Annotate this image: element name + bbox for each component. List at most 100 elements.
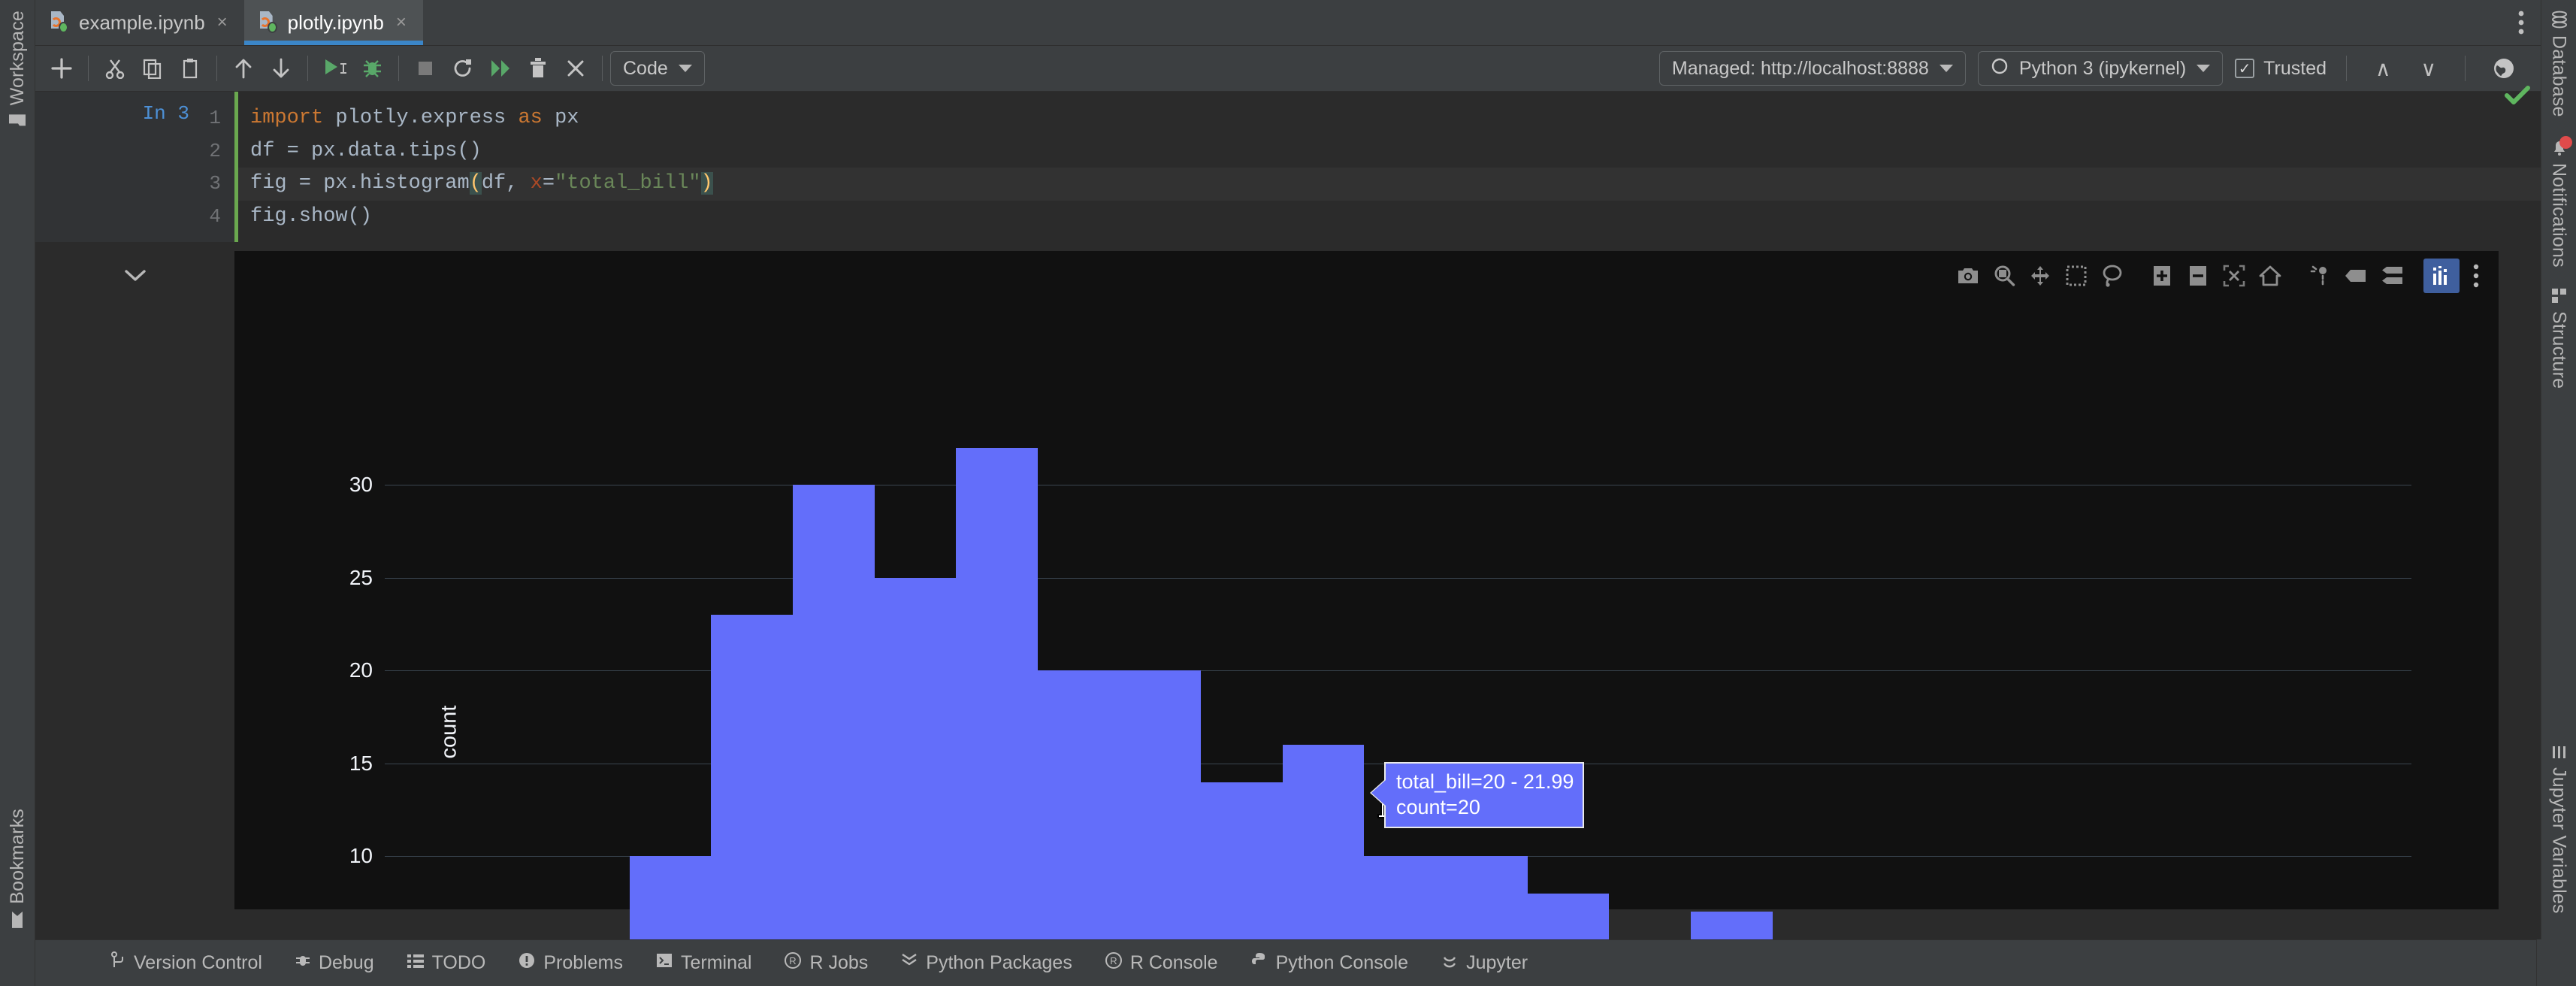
code-editor[interactable]: import plotly.express as px df = px.data… <box>234 92 2541 243</box>
svg-text:R: R <box>790 955 797 966</box>
move-cell-up-button[interactable] <box>225 51 262 86</box>
chevron-down-icon[interactable] <box>123 268 147 909</box>
move-cell-down-button[interactable] <box>262 51 300 86</box>
delete-cell-button[interactable] <box>519 51 557 86</box>
sidebar-item-bookmarks[interactable]: Bookmarks <box>7 786 29 939</box>
y-gridline <box>385 670 2411 672</box>
y-tick-label: 10 <box>349 844 373 868</box>
histogram-bar[interactable] <box>1364 856 1447 939</box>
python-icon <box>1251 952 1268 974</box>
tooltip-line-1: total_bill=20 - 21.99 <box>1396 770 1574 794</box>
sidebar-item-notifications[interactable]: Notifications <box>2548 128 2572 278</box>
jupyter-server-dropdown[interactable]: Managed: http://localhost:8888 <box>1658 51 1966 86</box>
histogram-bar[interactable] <box>629 856 712 939</box>
status-bar: Version Control Debug TODO Problems Term… <box>35 939 2536 986</box>
status-item-terminal[interactable]: Terminal <box>639 952 768 974</box>
trusted-label: Trusted <box>2263 57 2327 79</box>
clear-outputs-button[interactable] <box>557 51 594 86</box>
status-item-r-jobs-label: R Jobs <box>809 952 869 973</box>
toolbar-separator <box>398 56 399 81</box>
r-icon: R <box>785 952 802 974</box>
chevron-down-icon <box>2197 65 2211 72</box>
code-cell[interactable]: In 3 1234 import plotly.express as px df… <box>35 92 2541 243</box>
sidebar-item-structure[interactable]: Structure <box>2548 277 2570 399</box>
sidebar-item-bookmarks-label: Bookmarks <box>6 809 28 904</box>
y-tick-label: 30 <box>349 473 373 497</box>
restart-kernel-button[interactable] <box>444 51 482 86</box>
svg-text:R: R <box>1110 955 1117 966</box>
sidebar-item-structure-label: Structure <box>2548 311 2570 389</box>
list-icon <box>407 952 424 974</box>
structure-icon <box>2548 288 2570 304</box>
histogram-chart: 051015202530 1020304050 count total_bill… <box>234 251 2499 939</box>
kernel-value: Python 3 (ipykernel) <box>2018 57 2187 79</box>
tab-close-icon[interactable]: × <box>396 12 407 33</box>
status-item-python-packages-label: Python Packages <box>926 952 1072 973</box>
previous-cell-button[interactable]: ∧ <box>2366 56 2400 81</box>
sidebar-item-workspace[interactable]: Workspace <box>7 0 29 138</box>
histogram-bar[interactable] <box>711 615 794 939</box>
terminal-icon <box>656 952 673 974</box>
sidebar-item-database[interactable]: Database <box>2548 0 2570 128</box>
plotly-output[interactable]: 051015202530 1020304050 count total_bill… <box>234 251 2499 939</box>
open-in-browser-icon[interactable] <box>2485 51 2523 86</box>
status-item-problems[interactable]: Problems <box>502 952 639 974</box>
histogram-bar[interactable] <box>1037 670 1120 939</box>
toolbar-separator <box>88 56 89 81</box>
histogram-bar[interactable] <box>956 447 1038 939</box>
add-cell-button[interactable] <box>43 51 80 86</box>
inspection-status-badge[interactable] <box>2504 84 2531 110</box>
status-item-todo-label: TODO <box>431 952 486 973</box>
run-cell-button[interactable] <box>316 51 353 86</box>
status-item-debug[interactable]: Debug <box>279 951 391 975</box>
bell-icon <box>2548 135 2572 156</box>
right-tool-strip: Database Notifications Structure Jupyter… <box>2541 0 2576 939</box>
tab-bar-kebab-icon[interactable] <box>2502 0 2541 45</box>
code-line-2: df = px.data.tips() <box>250 139 482 162</box>
status-item-todo[interactable]: TODO <box>391 952 503 974</box>
status-item-python-console[interactable]: Python Console <box>1235 952 1426 974</box>
histogram-bar[interactable] <box>1690 912 1773 939</box>
status-item-python-packages[interactable]: Python Packages <box>884 952 1089 974</box>
warning-icon <box>519 952 535 974</box>
status-item-r-jobs[interactable]: R R Jobs <box>768 952 884 974</box>
code-line-4: fig.show() <box>250 204 373 228</box>
y-tick-label: 5 <box>328 937 373 939</box>
tab-plotly-ipynb-label: plotly.ipynb <box>287 11 384 34</box>
paste-button[interactable] <box>171 51 209 86</box>
jupyter-icon <box>1441 952 1458 974</box>
status-item-r-console[interactable]: R R Console <box>1089 952 1235 974</box>
histogram-bar[interactable] <box>874 577 957 939</box>
hover-tooltip: total_bill=20 - 21.99 count=20 <box>1384 762 1585 829</box>
trusted-checkbox[interactable]: ✓ <box>2235 59 2255 78</box>
debug-cell-button[interactable] <box>353 51 391 86</box>
tab-example-ipynb[interactable]: example.ipynb × <box>35 0 244 45</box>
notebook-icon <box>50 11 70 34</box>
histogram-bar[interactable] <box>1446 856 1528 939</box>
toolbar-separator <box>2346 56 2347 81</box>
tab-plotly-ipynb[interactable]: plotly.ipynb × <box>243 0 424 45</box>
sidebar-item-jupyter-variables[interactable]: Jupyter Variables <box>2548 733 2570 939</box>
notebook-toolbar: Code Managed: http://localhost:8888 Pyth… <box>35 45 2541 92</box>
ide-window: Workspace Bookmarks example.ipynb × plot… <box>0 0 2576 986</box>
next-cell-button[interactable]: ∨ <box>2412 56 2446 81</box>
branch-icon <box>110 951 125 975</box>
status-item-version-control[interactable]: Version Control <box>94 951 279 975</box>
variables-icon <box>2548 744 2570 761</box>
copy-button[interactable] <box>134 51 171 86</box>
histogram-bar[interactable] <box>1201 782 1283 939</box>
histogram-bar[interactable] <box>1119 670 1202 939</box>
cut-button[interactable] <box>96 51 134 86</box>
interrupt-kernel-button[interactable] <box>407 51 444 86</box>
cell-type-dropdown[interactable]: Code <box>610 51 705 86</box>
tab-close-icon[interactable]: × <box>217 12 228 33</box>
histogram-bar[interactable] <box>1527 893 1610 939</box>
trusted-toggle[interactable]: ✓ Trusted <box>2235 58 2327 80</box>
run-all-button[interactable] <box>482 51 519 86</box>
histogram-bar[interactable] <box>1282 745 1365 939</box>
histogram-bar[interactable] <box>793 485 875 939</box>
toolbar-separator <box>216 56 217 81</box>
kernel-dropdown[interactable]: Python 3 (ipykernel) <box>1977 51 2224 86</box>
status-item-jupyter[interactable]: Jupyter <box>1425 952 1544 974</box>
sidebar-item-notifications-label: Notifications <box>2548 162 2570 268</box>
